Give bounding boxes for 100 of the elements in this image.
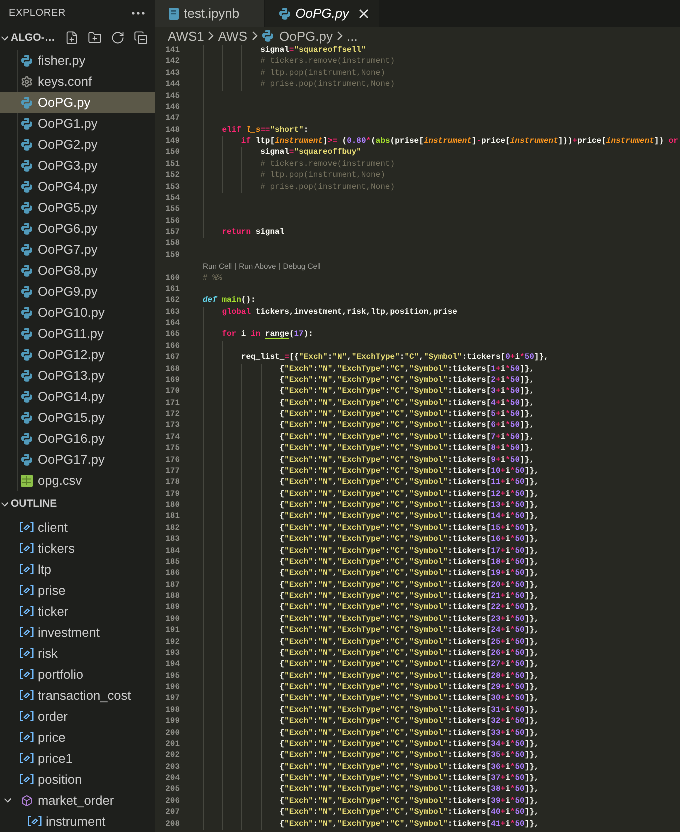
breadcrumb-item[interactable]: ... bbox=[346, 28, 358, 44]
outline-item[interactable]: tickers bbox=[0, 538, 155, 559]
outline-item[interactable]: transaction_cost bbox=[0, 685, 155, 706]
new-file-icon[interactable] bbox=[65, 31, 79, 45]
outline-item[interactable]: market_order bbox=[0, 790, 155, 811]
brackets-icon bbox=[20, 669, 34, 680]
line-number: 153 bbox=[166, 182, 180, 193]
editor-tab[interactable]: OoPG.py bbox=[264, 0, 380, 27]
brackets-icon bbox=[20, 648, 34, 659]
line-number: 172 bbox=[166, 409, 180, 420]
brackets-icon bbox=[20, 690, 34, 701]
outline-item[interactable]: portfolio bbox=[0, 664, 155, 685]
python-file-icon bbox=[21, 244, 33, 256]
python-file-icon bbox=[21, 328, 33, 340]
outline-item[interactable]: ltp bbox=[0, 559, 155, 580]
python-file-icon bbox=[21, 286, 33, 298]
chevron-down-icon[interactable] bbox=[1, 36, 9, 40]
line-number: 170 bbox=[166, 386, 180, 398]
brackets-icon bbox=[20, 564, 34, 575]
code-line: {"Exch":"N","ExchType":"C","Symbol":tickers[17+i*50]}, bbox=[280, 546, 540, 557]
line-number: 149 bbox=[166, 136, 180, 148]
line-number: 175 bbox=[166, 443, 180, 454]
code-line: {"Exch":"N","ExchType":"C","Symbol":tickers[14+i*50]}, bbox=[280, 511, 540, 523]
folder-name[interactable]: ALGO-… bbox=[11, 32, 56, 44]
python-file-icon bbox=[21, 180, 33, 192]
line-number: 180 bbox=[166, 500, 180, 512]
chevron-down-icon[interactable] bbox=[1, 502, 9, 506]
outline-item[interactable]: instrument bbox=[0, 811, 155, 832]
collapse-all-icon[interactable] bbox=[134, 31, 148, 45]
more-actions-icon[interactable] bbox=[132, 12, 145, 14]
line-number: 199 bbox=[166, 716, 180, 728]
code-line: {"Exch":"N","ExchType":"C","Symbol":tickers[20+i*50]}, bbox=[280, 580, 540, 591]
line-number: 195 bbox=[166, 670, 180, 682]
code-line: {"Exch":"N","ExchType":"C","Symbol":tickers[41+i*50]}, bbox=[280, 818, 540, 830]
line-number: 166 bbox=[166, 340, 180, 352]
brackets-icon bbox=[20, 753, 34, 764]
line-number: 181 bbox=[166, 511, 180, 523]
outline-item[interactable]: price1 bbox=[0, 748, 155, 769]
brackets-icon bbox=[20, 522, 34, 533]
code-line: elif l_s=="short": bbox=[222, 124, 309, 136]
outline-item[interactable]: order bbox=[0, 706, 155, 727]
line-number: 156 bbox=[166, 216, 180, 227]
code-line: # prise.pop(instrument,None) bbox=[260, 182, 396, 193]
brackets-icon bbox=[28, 816, 42, 827]
new-folder-icon[interactable] bbox=[88, 31, 102, 45]
code-line: for i in range(17): bbox=[222, 329, 314, 341]
breadcrumb-item[interactable]: AWS1 bbox=[168, 28, 204, 44]
line-number: 157 bbox=[166, 227, 180, 238]
chevron-right-icon bbox=[208, 31, 214, 41]
python-file-icon bbox=[262, 30, 274, 42]
code-line: {"Exch":"N","ExchType":"C","Symbol":tickers[13+i*50]}, bbox=[280, 500, 540, 512]
line-number: 190 bbox=[166, 614, 180, 626]
outline-item[interactable]: risk bbox=[0, 643, 155, 664]
line-number: 198 bbox=[166, 704, 180, 716]
code-line: {"Exch":"N","ExchType":"C","Symbol":tickers[4+i*50]}, bbox=[280, 398, 534, 409]
code-line: {"Exch":"N","ExchType":"C","Symbol":tickers[32+i*50]}, bbox=[280, 716, 540, 728]
outline-item[interactable]: ticker bbox=[0, 601, 155, 622]
outline-item[interactable]: position bbox=[0, 769, 155, 790]
close-icon[interactable] bbox=[359, 8, 370, 18]
line-number: 151 bbox=[166, 158, 180, 170]
python-file-icon bbox=[21, 118, 33, 130]
line-number: 183 bbox=[166, 534, 180, 546]
line-number: 187 bbox=[166, 580, 180, 591]
line-number: 178 bbox=[166, 477, 180, 489]
code-line: global tickers,investment,risk,ltp,position,prise bbox=[222, 306, 458, 318]
python-file-icon bbox=[21, 306, 33, 318]
code-line: signal="squareoffsell" bbox=[260, 45, 366, 56]
line-number: 142 bbox=[166, 56, 180, 68]
outline-item[interactable]: price bbox=[0, 727, 155, 748]
breadcrumb-item[interactable]: AWS bbox=[218, 28, 248, 44]
line-number: 201 bbox=[166, 738, 180, 750]
code-line: {"Exch":"N","ExchType":"C","Symbol":tickers[6+i*50]}, bbox=[280, 420, 534, 432]
python-file-icon bbox=[21, 370, 33, 382]
line-number: 147 bbox=[166, 113, 180, 125]
line-number: 182 bbox=[166, 522, 180, 534]
code-line: {"Exch":"N","ExchType":"C","Symbol":tickers[22+i*50]}, bbox=[280, 602, 540, 614]
python-file-icon bbox=[21, 96, 33, 108]
file-item[interactable]: OoPG.py bbox=[0, 92, 155, 113]
python-file-icon bbox=[21, 160, 33, 172]
code-line: {"Exch":"N","ExchType":"C","Symbol":tickers[15+i*50]}, bbox=[280, 522, 540, 534]
refresh-icon[interactable] bbox=[111, 31, 125, 45]
line-number: 177 bbox=[166, 466, 180, 478]
spreadsheet-file-icon bbox=[21, 474, 33, 486]
outline-item[interactable]: client bbox=[0, 517, 155, 538]
python-file-icon bbox=[21, 390, 33, 402]
code-line: {"Exch":"N","ExchType":"C","Symbol":tickers[24+i*50]}, bbox=[280, 625, 540, 636]
code-line: {"Exch":"N","ExchType":"C","Symbol":tickers[31+i*50]}, bbox=[280, 704, 540, 716]
outline-item[interactable]: prise bbox=[0, 580, 155, 601]
outline-item[interactable]: investment bbox=[0, 622, 155, 643]
outline-title[interactable]: OUTLINE bbox=[11, 498, 58, 510]
line-number: 145 bbox=[166, 90, 180, 102]
chevron-down-icon[interactable] bbox=[4, 798, 12, 803]
code-line: {"Exch":"N","ExchType":"C","Symbol":tickers[39+i*50]}, bbox=[280, 796, 540, 808]
editor-tab[interactable]: test.ipynb bbox=[155, 0, 264, 27]
line-number: 167 bbox=[166, 352, 180, 364]
brackets-icon bbox=[20, 543, 34, 554]
line-number: 163 bbox=[166, 306, 180, 318]
code-line: # ltp.pop(instrument,None) bbox=[260, 170, 386, 182]
brackets-icon bbox=[20, 627, 34, 638]
breadcrumb-item[interactable]: OoPG.py bbox=[262, 28, 333, 44]
